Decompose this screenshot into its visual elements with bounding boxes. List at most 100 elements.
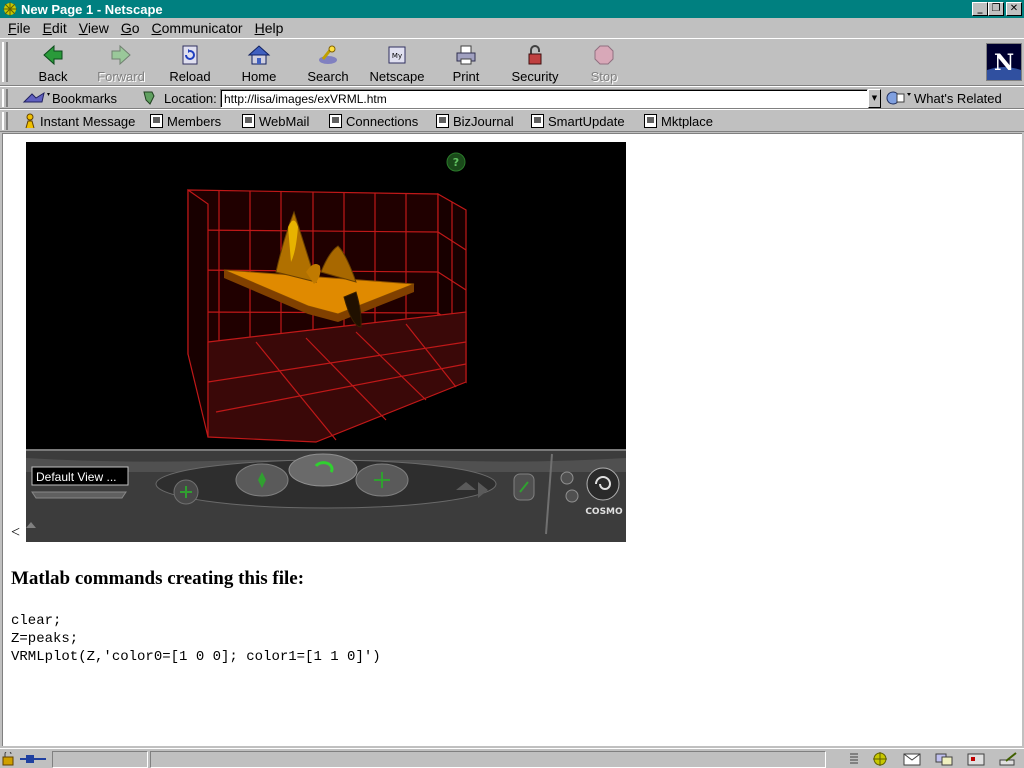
members-label: Members — [167, 113, 222, 129]
bookmarks-label: Bookmarks — [52, 90, 118, 106]
component-bar-grip-icon[interactable] — [848, 752, 860, 766]
padlock-icon — [528, 45, 542, 65]
instant-message-label: Instant Message — [40, 113, 136, 129]
instant-message-button[interactable]: Instant Message — [22, 112, 135, 130]
location-dropdown-button[interactable]: ▼ — [868, 89, 881, 108]
page-content: ? COSMO Default View ... < Matlab comman… — [2, 133, 1022, 746]
viewer-help-button[interactable] — [560, 471, 574, 485]
viewer-prefs-button[interactable] — [565, 489, 579, 503]
location-label-group: Location: — [140, 89, 217, 107]
stop-label: Stop — [590, 69, 618, 84]
component-bar — [848, 750, 1020, 768]
bookmark-icon — [531, 114, 544, 128]
home-button[interactable]: Home — [224, 41, 294, 85]
vrml-viewer[interactable]: ? COSMO Default View ... — [26, 142, 626, 542]
instant-message-icon — [25, 113, 35, 129]
mktplace-button[interactable]: Mktplace — [644, 112, 713, 130]
composer-icon[interactable] — [998, 751, 1020, 767]
my-netscape-icon: My — [388, 46, 406, 64]
code-line: Z=peaks; — [11, 631, 79, 647]
matlab-code-block: clear; Z=peaks; VRMLplot(Z,'color0=[1 0 0]… — [11, 612, 381, 666]
reload-icon — [182, 45, 198, 65]
location-toolbar: Bookmarks Location: http://lisa/images/e… — [0, 86, 1024, 109]
menu-go[interactable]: Go — [115, 20, 146, 36]
forward-button[interactable]: Forward — [86, 41, 156, 85]
webmail-button[interactable]: WebMail — [242, 112, 309, 130]
home-label: Home — [241, 69, 277, 84]
menu-edit[interactable]: Edit — [37, 20, 73, 36]
search-label: Search — [307, 69, 349, 84]
stop-button[interactable]: Stop — [569, 41, 639, 85]
page-heading: Matlab commands creating this file: — [11, 568, 305, 589]
whats-related-icon — [886, 91, 911, 105]
print-button[interactable]: Print — [431, 41, 501, 85]
security-button[interactable]: Security — [500, 41, 570, 85]
bizjournal-button[interactable]: BizJournal — [436, 112, 514, 130]
smartupdate-label: SmartUpdate — [548, 113, 625, 129]
members-button[interactable]: Members — [150, 112, 221, 130]
close-button[interactable]: ✕ — [1006, 2, 1022, 16]
menu-communicator[interactable]: Communicator — [146, 20, 249, 36]
scene-help-glyph: ? — [453, 156, 459, 169]
back-button[interactable]: Back — [18, 41, 88, 85]
svg-text:My: My — [392, 52, 402, 60]
security-status-icon[interactable] — [2, 752, 48, 766]
netscape-button[interactable]: My Netscape — [362, 41, 432, 85]
connections-button[interactable]: Connections — [329, 112, 418, 130]
viewpoint-label: Default View ... — [36, 470, 116, 484]
vrml-scene[interactable]: ? COSMO Default View ... — [26, 142, 626, 542]
forward-arrow-icon — [111, 44, 131, 66]
status-message — [150, 751, 826, 768]
bookmark-icon — [329, 114, 342, 128]
title-bar: New Page 1 - Netscape _ ❐ ✕ — [0, 0, 1024, 18]
bookmark-icon — [242, 114, 255, 128]
navigation-toolbar: Back Forward Reload Home Search My Netsc… — [0, 38, 1024, 86]
menu-file[interactable]: File — [2, 20, 37, 36]
netscape-logo[interactable]: N — [986, 43, 1022, 81]
personal-toolbar: Instant Message Members WebMail Connecti… — [0, 109, 1024, 132]
bookmark-icon — [644, 114, 657, 128]
status-bar — [0, 748, 1024, 768]
reload-button[interactable]: Reload — [155, 41, 225, 85]
svg-text:N: N — [994, 50, 1014, 76]
bookmarks-icon — [22, 91, 50, 103]
back-label: Back — [38, 69, 68, 84]
bizjournal-label: BizJournal — [453, 113, 514, 129]
code-line: clear; — [11, 613, 62, 629]
connections-label: Connections — [346, 113, 419, 129]
mail-icon[interactable] — [902, 751, 924, 767]
netscape-n-icon: N — [987, 44, 1021, 80]
smartupdate-button[interactable]: SmartUpdate — [531, 112, 625, 130]
bookmarks-button[interactable]: Bookmarks — [22, 89, 117, 107]
reload-label: Reload — [169, 69, 211, 84]
netscape-app-icon[interactable] — [2, 1, 18, 17]
search-icon — [319, 45, 337, 64]
rotate-button[interactable] — [288, 453, 358, 487]
webmail-label: WebMail — [259, 113, 310, 129]
window-title: New Page 1 - Netscape — [21, 1, 163, 17]
personal-toolbar-grip[interactable] — [2, 112, 8, 130]
navigator-icon[interactable] — [870, 751, 892, 767]
menu-view[interactable]: View — [73, 20, 115, 36]
location-input[interactable]: http://lisa/images/exVRML.htm — [220, 89, 868, 108]
discussion-groups-icon[interactable] — [934, 751, 956, 767]
restore-button[interactable]: ❐ — [988, 2, 1004, 16]
toolbar-grip[interactable] — [2, 42, 8, 82]
whats-related-button[interactable]: What's Related — [884, 89, 1002, 107]
bookmark-icon — [436, 114, 449, 128]
bookmark-icon — [150, 114, 163, 128]
menu-help[interactable]: Help — [249, 20, 290, 36]
mktplace-label: Mktplace — [661, 113, 714, 129]
whats-related-label: What's Related — [914, 90, 1002, 106]
stop-icon — [594, 45, 614, 65]
printer-icon — [456, 45, 476, 65]
code-line: VRMLplot(Z,'color0=[1 0 0]; color1=[1 1 … — [11, 649, 381, 665]
forward-label: Forward — [97, 69, 145, 84]
stray-character: < — [11, 524, 21, 541]
location-grip[interactable] — [2, 89, 8, 107]
search-button[interactable]: Search — [293, 41, 363, 85]
location-label: Location: — [164, 90, 217, 106]
address-book-icon[interactable] — [966, 751, 988, 767]
minimize-button[interactable]: _ — [972, 2, 988, 16]
page-proxy-icon[interactable] — [140, 90, 158, 106]
